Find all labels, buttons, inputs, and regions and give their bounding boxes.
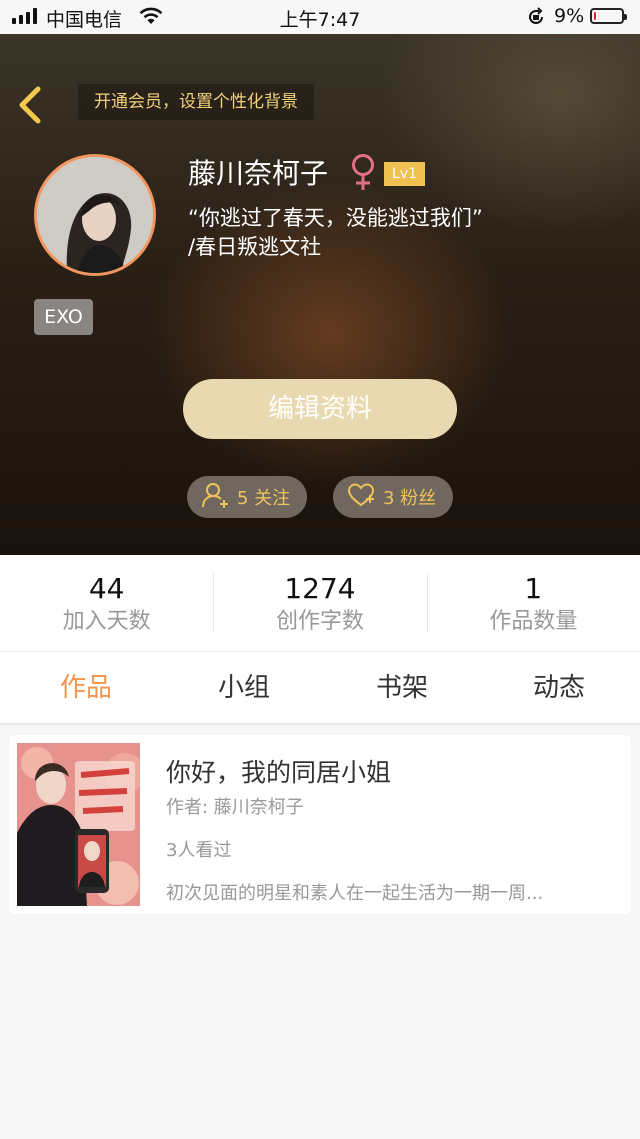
stat-label: 创作字数 [275,609,364,634]
book-cover-image[interactable] [17,743,140,906]
battery-percent: 9% [554,5,585,27]
stat-works-count: 1 作品数量 [426,555,640,651]
fans-button[interactable]: 3 粉丝 [333,476,453,518]
tab-bookshelf[interactable]: 书架 [342,652,462,724]
tab-works[interactable]: 作品 [26,652,146,724]
stat-word-count: 1274 创作字数 [213,555,426,651]
following-button[interactable]: 5 关注 [187,476,307,518]
work-card[interactable]: 你好，我的同居小姐 作者: 藤川奈柯子 3人看过 初次见面的明星和素人在一起生活… [9,735,631,914]
level-badge: Lv1 [384,162,425,186]
stat-label: 加入天数 [62,609,151,634]
add-user-icon [201,481,229,514]
stat-value: 1274 [284,572,356,605]
user-name: 藤川奈柯子 [188,157,329,190]
signature-line-2: /春日叛逃文社 [188,235,322,259]
avatar[interactable] [34,154,156,276]
work-description: 初次见面的明星和素人在一起生活为一期一周... [166,883,544,904]
battery-level-fill [594,12,596,20]
tab-activity[interactable]: 动态 [499,652,619,724]
stat-value: 44 [88,572,125,605]
profile-stats: 44 加入天数 1274 创作字数 1 作品数量 [0,555,640,651]
edit-profile-button[interactable]: 编辑资料 [183,379,457,439]
stat-label: 作品数量 [489,609,578,634]
battery-icon [590,8,627,24]
stat-days-joined: 44 加入天数 [0,555,213,651]
vip-background-promo[interactable]: 开通会员，设置个性化背景 [78,84,314,120]
heart-icon [347,482,375,513]
signature-line-1: “你逃过了春天，没能逃过我们” [188,206,483,230]
stat-value: 1 [524,572,543,605]
tab-groups[interactable]: 小组 [184,652,304,724]
user-signature: “你逃过了春天，没能逃过我们” /春日叛逃文社 [188,204,608,262]
work-views: 3人看过 [166,840,232,861]
status-bar: 中国电信 上午7:47 9% [0,0,640,34]
interest-tag[interactable]: EXO [34,299,93,335]
profile-tabs: 作品 小组 书架 动态 [0,651,640,725]
female-gender-icon [348,152,378,196]
work-title[interactable]: 你好，我的同居小姐 [166,753,391,789]
rotation-lock-icon [526,7,546,32]
fans-count-label: 3 粉丝 [383,488,437,509]
back-arrow-icon[interactable] [16,86,46,128]
work-author: 作者: 藤川奈柯子 [166,797,304,818]
profile-header: 开通会员，设置个性化背景 藤川奈柯子 Lv1 “你逃过了春天，没能逃过我们” /… [0,34,640,555]
following-count-label: 5 关注 [237,488,291,509]
